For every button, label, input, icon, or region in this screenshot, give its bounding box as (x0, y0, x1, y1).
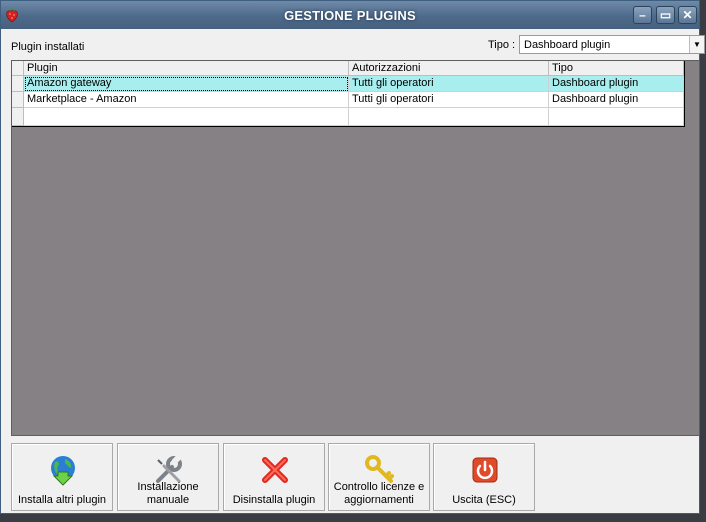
table-cell[interactable] (24, 108, 349, 126)
tipo-label: Tipo : (488, 39, 516, 51)
column-header-authorizations[interactable]: Autorizzazioni (349, 61, 549, 76)
table-cell[interactable] (549, 108, 684, 126)
close-icon: ✕ (682, 8, 693, 22)
column-header-plugin[interactable]: Plugin (24, 61, 349, 76)
install-more-plugins-label: Installa altri plugin (17, 494, 107, 506)
minimize-button[interactable]: – (633, 6, 652, 24)
license-check-button[interactable]: Controllo licenze e aggiornamenti (328, 443, 430, 511)
column-header-type[interactable]: Tipo (549, 61, 684, 76)
table-cell[interactable]: Tutti gli operatori (349, 92, 549, 108)
tipo-select-value: Dashboard plugin (524, 39, 611, 51)
license-check-label: Controllo licenze e aggiornamenti (333, 481, 425, 506)
uninstall-plugin-button[interactable]: Disinstalla plugin (223, 443, 325, 511)
header-indicator (12, 61, 24, 76)
manual-install-label: Installazione manuale (137, 481, 199, 506)
installed-plugins-label: Plugin installati (11, 41, 85, 53)
manual-install-button[interactable]: Installazione manuale (117, 443, 219, 511)
table-cell[interactable]: Tutti gli operatori (349, 76, 549, 92)
row-indicator (12, 92, 24, 108)
row-indicator (12, 108, 24, 126)
close-button[interactable]: ✕ (678, 6, 697, 24)
uninstall-plugin-label: Disinstalla plugin (232, 494, 316, 506)
table-cell[interactable]: Marketplace - Amazon (24, 92, 349, 108)
red-x-icon (262, 457, 288, 483)
chevron-down-icon[interactable]: ▼ (689, 36, 704, 53)
exit-button[interactable]: Uscita (ESC) (433, 443, 535, 511)
title-bar[interactable]: GESTIONE PLUGINS – ▭ ✕ (1, 1, 699, 29)
install-more-plugins-button[interactable]: Installa altri plugin (11, 443, 113, 511)
tipo-select[interactable]: Dashboard plugin ▼ (519, 35, 705, 54)
power-icon (472, 457, 498, 483)
plugins-grid-area[interactable]: Plugin Autorizzazioni Tipo Amazon gatewa… (11, 60, 700, 436)
window-title: GESTIONE PLUGINS (284, 8, 416, 23)
plugins-table[interactable]: Plugin Autorizzazioni Tipo Amazon gatewa… (12, 61, 685, 127)
table-cell[interactable]: Amazon gateway (24, 76, 349, 92)
plugin-manager-window: GESTIONE PLUGINS – ▭ ✕ Plugin installati… (0, 0, 705, 514)
table-cell[interactable]: Dashboard plugin (549, 92, 684, 108)
row-indicator (12, 76, 24, 92)
table-cell[interactable] (349, 108, 549, 126)
globe-download-icon (51, 456, 75, 486)
maximize-icon: ▭ (659, 8, 672, 22)
table-cell[interactable]: Dashboard plugin (549, 76, 684, 92)
maximize-button[interactable]: ▭ (656, 6, 675, 24)
minimize-icon: – (639, 8, 646, 22)
exit-label: Uscita (ESC) (452, 494, 516, 506)
